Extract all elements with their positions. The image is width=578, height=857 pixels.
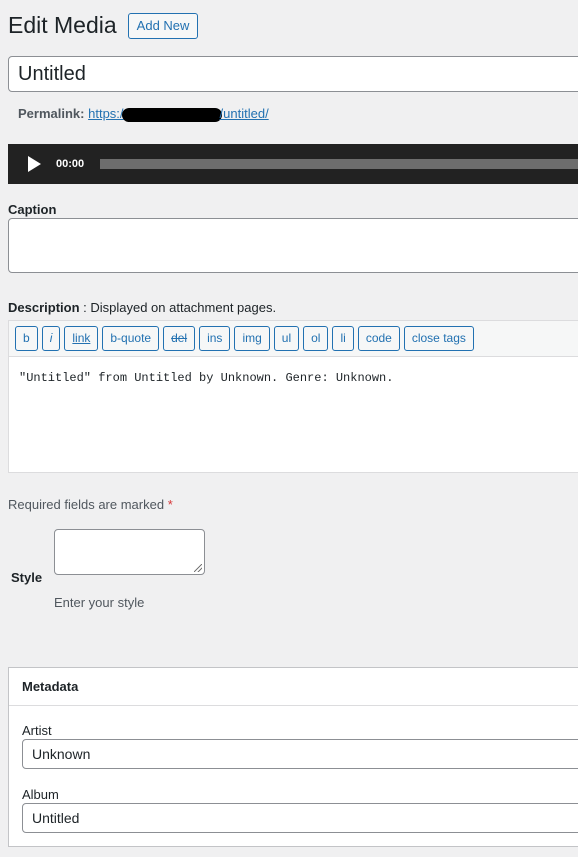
quicktags-toolbar: b i link b-quote del ins img ul ol li co…	[9, 321, 578, 357]
permalink-link[interactable]: https:/ /untitled/	[88, 106, 269, 122]
artist-label: Artist	[22, 723, 52, 738]
metadata-box: Metadata Artist Unknown Album Untitled	[8, 667, 578, 847]
qt-ins-button[interactable]: ins	[199, 326, 231, 351]
description-label: Description : Displayed on attachment pa…	[8, 300, 276, 315]
qt-link-button[interactable]: link	[64, 326, 99, 351]
permalink: Permalink: https:/ /untitled/	[18, 106, 269, 122]
audio-player: 00:00	[8, 144, 578, 184]
current-time: 00:00	[56, 158, 85, 170]
description-textarea[interactable]: "Untitled" from Untitled by Unknown. Gen…	[9, 357, 578, 399]
permalink-url-suffix: /untitled/	[219, 106, 269, 121]
required-star: *	[167, 497, 173, 512]
qt-bold-button[interactable]: b	[15, 326, 38, 351]
style-label: Style	[11, 570, 43, 585]
description-editor: b i link b-quote del ins img ul ol li co…	[8, 320, 578, 473]
album-input[interactable]: Untitled	[22, 803, 578, 833]
caption-textarea[interactable]	[8, 218, 578, 273]
qt-italic-button[interactable]: i	[41, 326, 61, 351]
artist-input[interactable]: Unknown	[22, 739, 578, 769]
redacted-domain	[121, 107, 222, 122]
qt-img-button[interactable]: img	[234, 326, 270, 351]
qt-close-tags-button[interactable]: close tags	[403, 326, 474, 351]
page-title: Edit Media	[8, 12, 117, 38]
qt-code-button[interactable]: code	[357, 326, 400, 351]
resize-handle-icon[interactable]	[194, 564, 202, 572]
album-label: Album	[22, 787, 59, 802]
qt-ul-button[interactable]: ul	[273, 326, 300, 351]
description-hint: : Displayed on attachment pages.	[79, 300, 277, 315]
title-input[interactable]: Untitled	[8, 56, 578, 92]
permalink-url-prefix: https:/	[88, 106, 124, 121]
title-row: Edit Media Add New	[8, 12, 199, 39]
progress-track[interactable]	[100, 159, 578, 169]
caption-label: Caption	[8, 202, 57, 217]
qt-del-button[interactable]: del	[163, 326, 196, 351]
style-hint: Enter your style	[54, 595, 145, 610]
required-note-text: Required fields are marked	[8, 497, 168, 512]
style-textarea[interactable]	[54, 529, 205, 575]
qt-li-button[interactable]: li	[332, 326, 354, 351]
add-new-button[interactable]: Add New	[127, 12, 199, 39]
metadata-title: Metadata	[9, 668, 578, 706]
description-label-text: Description	[8, 300, 80, 315]
permalink-label: Permalink:	[18, 106, 85, 121]
qt-ol-button[interactable]: ol	[303, 326, 329, 351]
required-fields-note: Required fields are marked *	[8, 497, 173, 512]
play-icon[interactable]	[28, 156, 41, 172]
qt-blockquote-button[interactable]: b-quote	[102, 326, 160, 351]
